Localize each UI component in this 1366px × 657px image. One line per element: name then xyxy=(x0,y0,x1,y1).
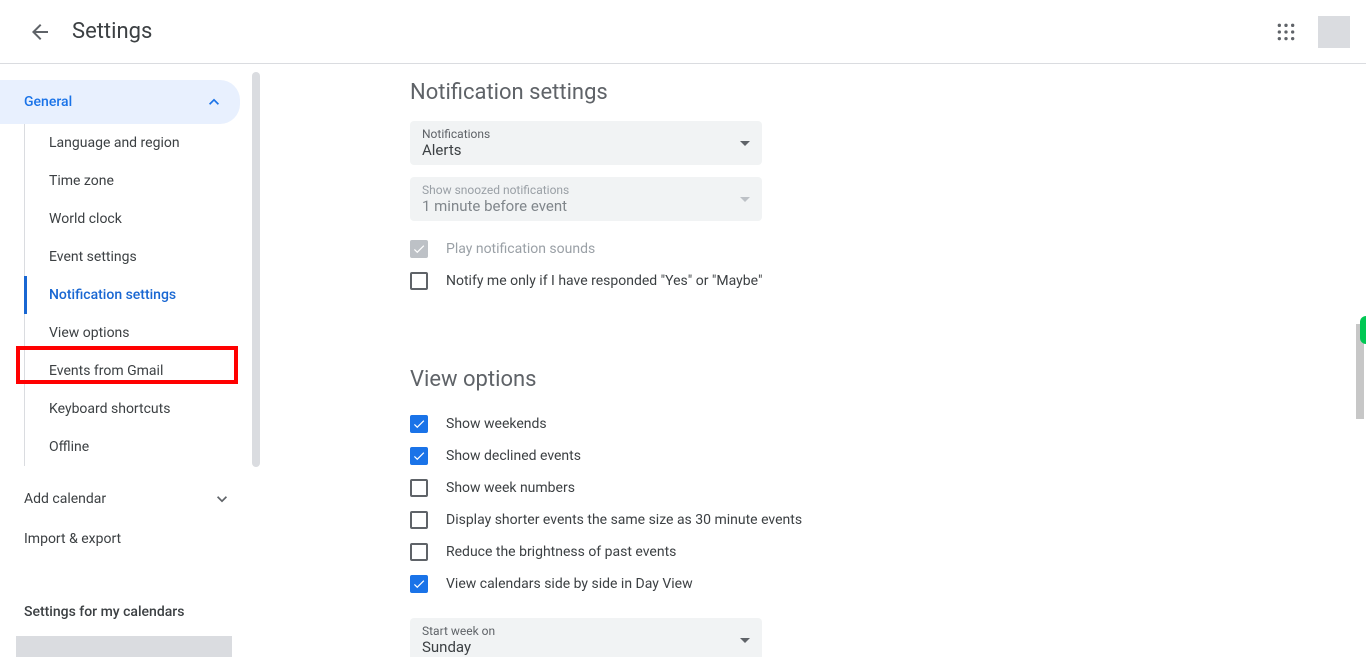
sidebar-import-export[interactable]: Import & export xyxy=(0,520,248,558)
sidebar-item-viewoptions[interactable]: View options xyxy=(25,314,248,352)
show-weeknumbers-label: Show week numbers xyxy=(446,480,575,496)
notification-section-title: Notification settings xyxy=(410,80,1326,105)
header-left: Settings xyxy=(16,8,152,56)
show-declined-label: Show declined events xyxy=(446,448,581,464)
chevron-down-icon xyxy=(212,489,232,509)
arrow-back-icon xyxy=(28,20,52,44)
side-by-side-checkbox[interactable] xyxy=(410,575,428,593)
shorter-events-row: Display shorter events the same size as … xyxy=(410,504,1326,536)
calendar-placeholder xyxy=(16,636,232,657)
header: Settings xyxy=(0,0,1366,64)
sidebar-item-timezone[interactable]: Time zone xyxy=(25,162,248,200)
sidebar-item-eventsgmail[interactable]: Events from Gmail xyxy=(25,352,248,390)
view-section-title: View options xyxy=(410,367,1326,392)
sidebar-add-calendar[interactable]: Add calendar xyxy=(0,478,248,520)
sidebar-import-export-label: Import & export xyxy=(24,531,121,547)
sidebar: General Language and region Time zone Wo… xyxy=(0,64,248,657)
dropdown-icon xyxy=(740,197,750,202)
apps-grid-icon xyxy=(1276,22,1296,42)
header-right xyxy=(1266,12,1350,52)
shorter-events-checkbox[interactable] xyxy=(410,511,428,529)
back-button[interactable] xyxy=(16,8,64,56)
notify-yesmaybe-checkbox[interactable] xyxy=(410,272,428,290)
sidebar-add-calendar-label: Add calendar xyxy=(24,491,106,507)
notify-yesmaybe-label: Notify me only if I have responded "Yes"… xyxy=(446,273,762,289)
show-weeknumbers-row: Show week numbers xyxy=(410,472,1326,504)
view-options-section: View options Show weekends Show declined… xyxy=(410,367,1326,657)
play-sounds-row: Play notification sounds xyxy=(410,233,1326,265)
shorter-events-label: Display shorter events the same size as … xyxy=(446,512,802,528)
sidebar-item-worldclock[interactable]: World clock xyxy=(25,200,248,238)
sidebar-item-eventsettings[interactable]: Event settings xyxy=(25,238,248,276)
content: General Language and region Time zone Wo… xyxy=(0,64,1366,657)
notification-settings-section: Notification settings Notifications Aler… xyxy=(410,80,1326,297)
snoozed-select[interactable]: Show snoozed notifications 1 minute befo… xyxy=(410,177,762,221)
sidebar-mycalendars-label: Settings for my calendars xyxy=(0,588,248,628)
reduce-brightness-checkbox[interactable] xyxy=(410,543,428,561)
start-week-select[interactable]: Start week on Sunday xyxy=(410,618,762,657)
reduce-brightness-label: Reduce the brightness of past events xyxy=(446,544,676,560)
apps-button[interactable] xyxy=(1266,12,1306,52)
page-title: Settings xyxy=(72,19,152,44)
show-weekends-row: Show weekends xyxy=(410,408,1326,440)
show-declined-checkbox[interactable] xyxy=(410,447,428,465)
sidebar-item-language[interactable]: Language and region xyxy=(25,124,248,162)
sidebar-scrollbar[interactable] xyxy=(252,72,260,467)
check-icon xyxy=(412,242,426,256)
sidebar-item-notificationsettings[interactable]: Notification settings xyxy=(24,276,248,314)
side-by-side-row: View calendars side by side in Day View xyxy=(410,568,1326,600)
play-sounds-label: Play notification sounds xyxy=(446,241,595,257)
show-weeknumbers-checkbox[interactable] xyxy=(410,479,428,497)
play-sounds-checkbox[interactable] xyxy=(410,240,428,258)
dropdown-icon xyxy=(740,141,750,146)
sidebar-general-label: General xyxy=(24,94,72,110)
check-icon xyxy=(412,449,426,463)
snoozed-select-value: 1 minute before event xyxy=(422,197,569,215)
notifications-select-value: Alerts xyxy=(422,141,490,159)
sidebar-item-keyboard[interactable]: Keyboard shortcuts xyxy=(25,390,248,428)
sidebar-wrapper: General Language and region Time zone Wo… xyxy=(0,64,260,657)
notifications-select[interactable]: Notifications Alerts xyxy=(410,121,762,165)
snoozed-select-label: Show snoozed notifications xyxy=(422,183,569,197)
green-edge-indicator xyxy=(1360,316,1366,344)
check-icon xyxy=(412,577,426,591)
reduce-brightness-row: Reduce the brightness of past events xyxy=(410,536,1326,568)
show-weekends-label: Show weekends xyxy=(446,416,547,432)
sidebar-general-header[interactable]: General xyxy=(0,80,240,124)
show-weekends-checkbox[interactable] xyxy=(410,415,428,433)
start-week-value: Sunday xyxy=(422,638,495,656)
show-declined-row: Show declined events xyxy=(410,440,1326,472)
sidebar-general-sub: Language and region Time zone World cloc… xyxy=(24,124,248,466)
start-week-label: Start week on xyxy=(422,624,495,638)
avatar[interactable] xyxy=(1318,16,1350,48)
dropdown-icon xyxy=(740,638,750,643)
check-icon xyxy=(412,417,426,431)
main: Notification settings Notifications Aler… xyxy=(260,64,1366,657)
notifications-select-label: Notifications xyxy=(422,127,490,141)
side-by-side-label: View calendars side by side in Day View xyxy=(446,576,693,592)
sidebar-item-offline[interactable]: Offline xyxy=(25,428,248,466)
chevron-up-icon xyxy=(204,92,224,112)
notify-yesmaybe-row: Notify me only if I have responded "Yes"… xyxy=(410,265,1326,297)
